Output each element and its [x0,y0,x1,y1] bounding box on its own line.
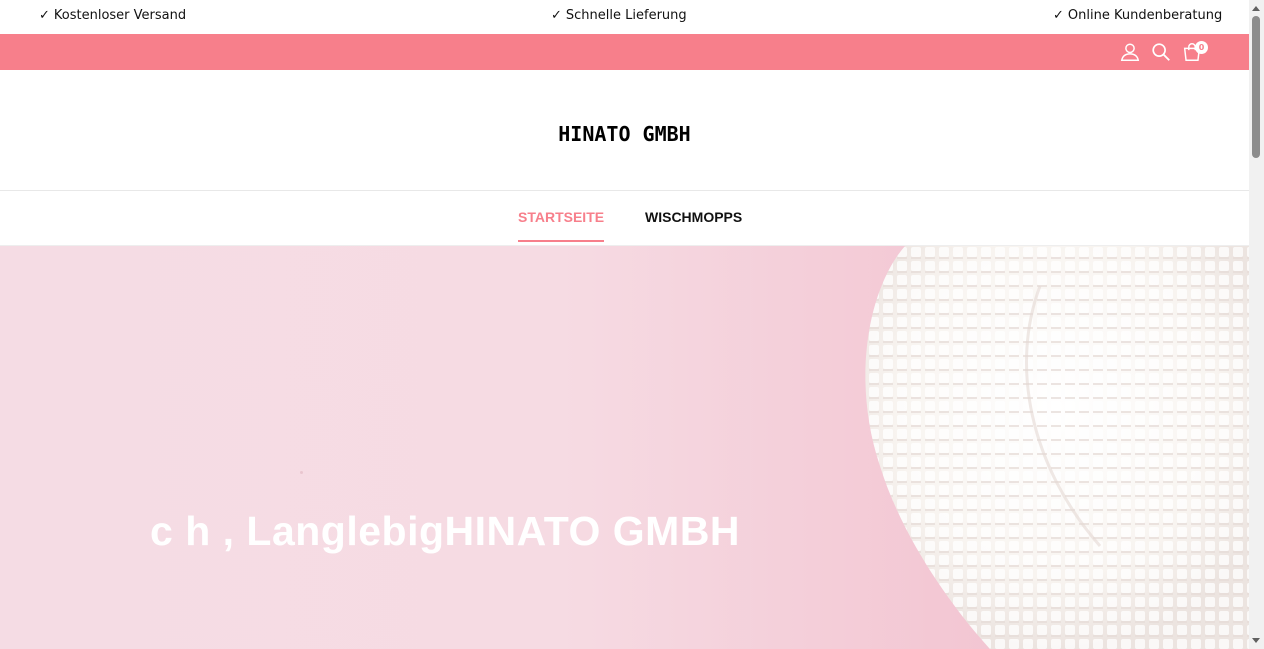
usp-label: Schnelle Lieferung [565,8,687,23]
icon-bar [0,34,1249,70]
usp-bar: ✓ Kostenloser Versand ✓ Schnelle Lieferu… [0,0,1249,34]
scroll-down-arrow-icon[interactable] [1252,638,1260,643]
usp-label: Kostenloser Versand [53,8,187,23]
site-logo[interactable]: HINATO GMBH [0,122,1249,146]
checkmark-icon: ✓ [551,8,562,23]
scroll-up-arrow-icon[interactable] [1252,6,1260,11]
hero-banner: c h , LanglebigHINATO GMBH [0,246,1249,649]
page: ✓ Kostenloser Versand ✓ Schnelle Lieferu… [0,0,1249,649]
nav-item-startseite[interactable]: STARTSEITE [518,209,605,242]
search-icon[interactable] [1150,41,1172,63]
usp-label: Online Kundenberatung [1067,8,1223,23]
cart-count-badge: 0 [1195,41,1208,54]
nav-item-wischmopps[interactable]: WISCHMOPPS [645,209,742,240]
usp-item-consulting: ✓ Online Kundenberatung [1053,8,1222,23]
site-header: HINATO GMBH [0,70,1249,191]
hero-title: c h , LanglebigHINATO GMBH [150,508,741,554]
usp-item-shipping: ✓ Kostenloser Versand [39,8,186,23]
scrollbar-thumb[interactable] [1252,16,1260,158]
decor-dot [300,471,303,474]
usp-item-delivery: ✓ Schnelle Lieferung [551,8,687,23]
checkmark-icon: ✓ [1053,8,1064,23]
user-icon[interactable] [1119,41,1141,63]
mop-image [865,246,1249,649]
page-scrollbar[interactable] [1249,0,1264,649]
checkmark-icon: ✓ [39,8,50,23]
main-nav: STARTSEITE WISCHMOPPS [0,191,1249,246]
